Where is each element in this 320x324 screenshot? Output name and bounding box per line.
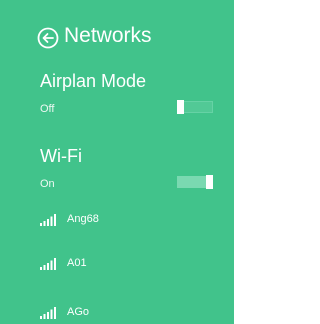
window-edge [234,0,242,324]
wifi-signal-icon [40,258,56,270]
wifi-signal-icon [40,307,56,319]
page-title: Networks [64,24,152,47]
back-arrow-icon[interactable] [37,27,59,49]
wifi-toggle[interactable] [177,175,213,189]
network-item-ang68[interactable]: Ang68 [40,212,220,230]
airplane-mode-heading: Airplan Mode [40,71,147,91]
toggle-thumb [177,100,184,114]
wifi-signal-icon [40,214,56,226]
networks-panel: Networks Airplan Mode Off Wi-Fi On Ang68… [0,0,234,324]
network-item-a01[interactable]: A01 [40,256,220,274]
wifi-state-label: On [40,178,55,190]
airplane-mode-toggle[interactable] [177,100,213,114]
network-name: A01 [67,257,87,269]
network-name: Ang68 [67,213,99,225]
airplane-mode-state-label: Off [40,103,55,115]
toggle-thumb [206,175,213,189]
network-name: AGo [67,306,90,318]
wifi-heading: Wi-Fi [40,146,82,166]
network-item-ago[interactable]: AGo [40,305,220,323]
